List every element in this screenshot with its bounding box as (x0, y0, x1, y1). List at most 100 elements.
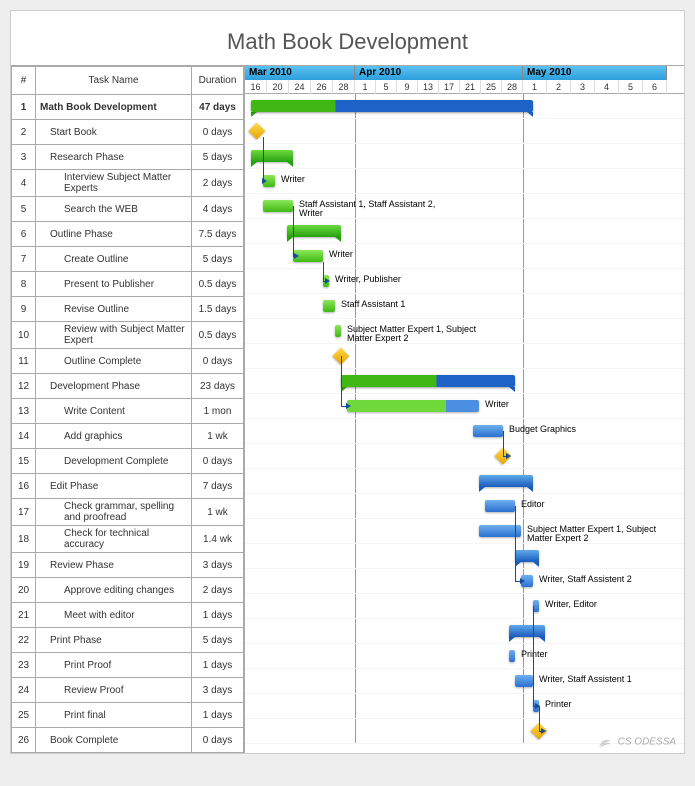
task-row[interactable]: 22Print Phase5 days (12, 628, 244, 653)
task-dur: 1 mon (192, 399, 244, 424)
resource-label: Writer, Staff Assistent 2 (539, 575, 632, 584)
task-row[interactable]: 1Math Book Development47 days (12, 95, 244, 120)
gantt-chart: Math Book Development # Task Name Durati… (10, 10, 685, 754)
task-dur: 3 days (192, 678, 244, 703)
task-row[interactable]: 20Approve editing changes2 days (12, 578, 244, 603)
task-dur: 0.5 days (192, 322, 244, 349)
task-num: 19 (12, 553, 36, 578)
gantt-bar[interactable] (251, 150, 293, 162)
task-num: 2 (12, 120, 36, 145)
gantt-bar[interactable] (479, 475, 533, 487)
task-row[interactable]: 4Interview Subject Matter Experts2 days (12, 170, 244, 197)
task-row[interactable]: 17Check grammar, spelling and proofread1… (12, 499, 244, 526)
task-row[interactable]: 25Print final1 days (12, 703, 244, 728)
day-header: 28 (333, 80, 355, 94)
resource-label: Staff Assistant 1 (341, 300, 405, 309)
task-name: Print Proof (36, 653, 192, 678)
task-num: 5 (12, 197, 36, 222)
task-row[interactable]: 16Edit Phase7 days (12, 474, 244, 499)
resource-label: Printer (545, 700, 572, 709)
col-name-header: Task Name (36, 67, 192, 95)
task-name: Edit Phase (36, 474, 192, 499)
task-row[interactable]: 19Review Phase3 days (12, 553, 244, 578)
task-row[interactable]: 2Start Book0 days (12, 120, 244, 145)
task-num: 26 (12, 728, 36, 753)
resource-label: Writer, Publisher (335, 275, 401, 284)
task-row[interactable]: 21Meet with editor1 days (12, 603, 244, 628)
resource-label: Staff Assistant 1, Staff Assistant 2, Wr… (299, 200, 439, 218)
task-name: Interview Subject Matter Experts (36, 170, 192, 197)
task-name: Print Phase (36, 628, 192, 653)
task-row[interactable]: 24Review Proof3 days (12, 678, 244, 703)
gantt-bar[interactable] (287, 225, 341, 237)
task-num: 21 (12, 603, 36, 628)
task-num: 23 (12, 653, 36, 678)
col-dur-header: Duration (192, 67, 244, 95)
resource-label: Printer (521, 650, 548, 659)
gantt-bar[interactable] (473, 425, 503, 437)
task-row[interactable]: 15Development Complete0 days (12, 449, 244, 474)
task-name: Research Phase (36, 145, 192, 170)
task-dur: 1 days (192, 703, 244, 728)
gantt-bar[interactable] (515, 550, 539, 562)
task-name: Present to Publisher (36, 272, 192, 297)
task-num: 13 (12, 399, 36, 424)
task-dur: 0 days (192, 449, 244, 474)
task-row[interactable]: 23Print Proof1 days (12, 653, 244, 678)
task-dur: 1.5 days (192, 297, 244, 322)
task-name: Math Book Development (36, 95, 192, 120)
resource-label: Budget Graphics (509, 425, 576, 434)
task-dur: 1 days (192, 603, 244, 628)
day-header: 1 (523, 80, 547, 94)
gantt-bar[interactable] (509, 650, 515, 662)
task-num: 16 (12, 474, 36, 499)
resource-label: Writer (329, 250, 353, 259)
day-header: 16 (245, 80, 267, 94)
task-name: Check for technical accuracy (36, 526, 192, 553)
task-num: 18 (12, 526, 36, 553)
task-row[interactable]: 18Check for technical accuracy1.4 wk (12, 526, 244, 553)
task-row[interactable]: 26Book Complete0 days (12, 728, 244, 753)
task-num: 12 (12, 374, 36, 399)
gantt-bar[interactable] (347, 400, 479, 412)
col-num-header: # (12, 67, 36, 95)
task-row[interactable]: 13Write Content1 mon (12, 399, 244, 424)
task-row[interactable]: 8Present to Publisher0.5 days (12, 272, 244, 297)
task-num: 11 (12, 349, 36, 374)
day-header: 3 (571, 80, 595, 94)
task-dur: 3 days (192, 553, 244, 578)
gantt-bar[interactable] (251, 100, 533, 112)
task-row[interactable]: 14Add graphics1 wk (12, 424, 244, 449)
task-row[interactable]: 11Outline Complete0 days (12, 349, 244, 374)
timeline[interactable]: Mar 2010Apr 2010May 2010 162024262815913… (245, 66, 684, 753)
task-row[interactable]: 6Outline Phase7.5 days (12, 222, 244, 247)
task-dur: 5 days (192, 145, 244, 170)
task-name: Print final (36, 703, 192, 728)
gantt-bar[interactable] (263, 200, 293, 212)
task-num: 14 (12, 424, 36, 449)
timeline-header: Mar 2010Apr 2010May 2010 162024262815913… (245, 66, 684, 94)
gantt-bar[interactable] (341, 375, 515, 387)
gantt-bar[interactable] (323, 300, 335, 312)
chart-title: Math Book Development (11, 11, 684, 65)
day-header: 28 (502, 80, 523, 94)
gantt-bar[interactable] (335, 325, 341, 337)
task-row[interactable]: 5Search the WEB4 days (12, 197, 244, 222)
timeline-body[interactable]: Writer Staff Assistant 1, Staff Assistant… (245, 94, 684, 744)
task-name: Outline Phase (36, 222, 192, 247)
task-name: Meet with editor (36, 603, 192, 628)
day-header: 5 (619, 80, 643, 94)
month-header: May 2010 (523, 66, 667, 80)
task-row[interactable]: 12Development Phase23 days (12, 374, 244, 399)
gantt-bar[interactable] (509, 625, 545, 637)
task-row[interactable]: 10Review with Subject Matter Expert0.5 d… (12, 322, 244, 349)
gantt-bar[interactable] (485, 500, 515, 512)
task-row[interactable]: 7Create Outline5 days (12, 247, 244, 272)
task-name: Approve editing changes (36, 578, 192, 603)
task-row[interactable]: 3Research Phase5 days (12, 145, 244, 170)
task-row[interactable]: 9Revise Outline1.5 days (12, 297, 244, 322)
task-name: Check grammar, spelling and proofread (36, 499, 192, 526)
task-name: Review Proof (36, 678, 192, 703)
gantt-bar[interactable] (515, 675, 533, 687)
day-header: 2 (547, 80, 571, 94)
